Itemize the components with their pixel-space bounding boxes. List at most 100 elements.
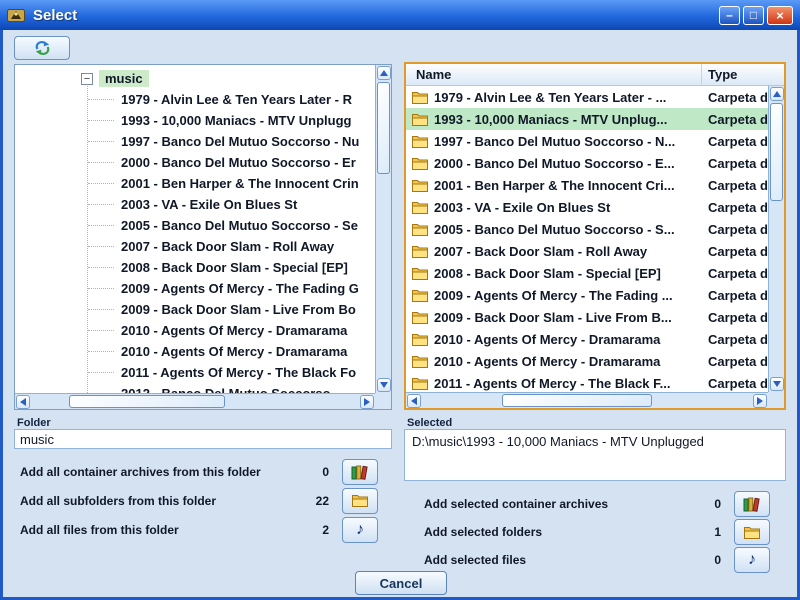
file-type: Carpeta de (708, 243, 768, 259)
tree-item[interactable]: 2001 - Ben Harper & The Innocent Crin (15, 173, 375, 194)
scroll-up-button[interactable] (377, 66, 391, 80)
file-name: 2009 - Agents Of Mercy - The Fading ... (434, 287, 673, 303)
list-row[interactable]: 2011 - Agents Of Mercy - The Black F... C… (406, 372, 768, 392)
file-type: Carpeta de (708, 89, 768, 105)
tree-items: − music 1979 - Alvin Lee & Ten Years Lat… (15, 65, 375, 393)
tree-root[interactable]: − music (15, 68, 375, 89)
tree-item[interactable]: 2007 - Back Door Slam - Roll Away (15, 236, 375, 257)
scrollbar-corner (768, 392, 784, 408)
note-icon: ♪ (748, 551, 756, 568)
tree-item[interactable]: 2008 - Back Door Slam - Special [EP] (15, 257, 375, 278)
list-vertical-scrollbar[interactable] (768, 86, 784, 392)
list-row[interactable]: 2009 - Back Door Slam - Live From B... Ca… (406, 306, 768, 328)
action-row: Add all files from this folder 2 ♪ (20, 515, 378, 544)
file-type: Carpeta de (708, 155, 768, 171)
folder-icon (406, 135, 434, 148)
add-selected-archives-button[interactable] (734, 491, 770, 517)
list-row[interactable]: 2009 - Agents Of Mercy - The Fading ... C… (406, 284, 768, 306)
tree-item[interactable]: 2012 - Banco Del Mutuo Soccorso (15, 383, 375, 393)
tree-item[interactable]: 2010 - Agents Of Mercy - Dramarama (15, 320, 375, 341)
list-row[interactable]: 2010 - Agents Of Mercy - Dramarama Carpet… (406, 350, 768, 372)
add-all-subfolders-button[interactable] (342, 487, 378, 514)
column-header-name[interactable]: Name (406, 64, 702, 85)
file-name: 1997 - Banco Del Mutuo Soccorso - N... (434, 133, 676, 149)
file-name: 1979 - Alvin Lee & Ten Years Later - ... (434, 89, 667, 105)
tree-item[interactable]: 2009 - Back Door Slam - Live From Bo (15, 299, 375, 320)
scroll-left-button[interactable] (16, 395, 30, 409)
folder-input[interactable] (14, 429, 392, 449)
add-all-files-button[interactable]: ♪ (342, 516, 378, 543)
tree-item[interactable]: 2009 - Agents Of Mercy - The Fading G (15, 278, 375, 299)
action-label: Add all files from this folder (20, 522, 179, 537)
selected-path-box[interactable]: D:\music\1993 - 10,000 Maniacs - MTV Unp… (404, 429, 786, 481)
scroll-up-button[interactable] (770, 87, 784, 101)
maximize-button[interactable]: □ (743, 5, 764, 25)
tree-item[interactable]: 1997 - Banco Del Mutuo Soccorso - Nu (15, 131, 375, 152)
scroll-down-button[interactable] (770, 377, 784, 391)
action-count: 1 (714, 525, 721, 539)
list-rows: 1979 - Alvin Lee & Ten Years Later - ...… (406, 86, 768, 392)
add-selected-files-button[interactable]: ♪ (734, 547, 770, 573)
refresh-button[interactable] (14, 36, 70, 60)
action-count: 0 (714, 497, 721, 511)
folder-icon (406, 201, 434, 214)
list-row[interactable]: 1997 - Banco Del Mutuo Soccorso - N... Ca… (406, 130, 768, 152)
arrow-right-icon (757, 397, 763, 405)
tree-item[interactable]: 1979 - Alvin Lee & Ten Years Later - R (15, 89, 375, 110)
list-row[interactable]: 1979 - Alvin Lee & Ten Years Later - ...… (406, 86, 768, 108)
tree-horizontal-scrollbar[interactable] (15, 393, 375, 409)
column-header-type[interactable]: Type (702, 64, 737, 85)
folder-icon (406, 267, 434, 280)
tree-item[interactable]: 2011 - Agents Of Mercy - The Black Fo (15, 362, 375, 383)
file-type: Carpeta de (708, 287, 768, 303)
cancel-button[interactable]: Cancel (355, 571, 447, 595)
folder-icon (406, 157, 434, 170)
action-label: Add selected folders (424, 525, 543, 539)
folder-icon (406, 311, 434, 324)
window-title: Select (33, 6, 78, 24)
file-type: Carpeta de (708, 199, 768, 215)
list-row[interactable]: 2010 - Agents Of Mercy - Dramarama Carpet… (406, 328, 768, 350)
maximize-icon: □ (749, 8, 758, 22)
list-row[interactable]: 2003 - VA - Exile On Blues St Carpeta de (406, 196, 768, 218)
add-selected-folders-button[interactable] (734, 519, 770, 545)
action-row: Add selected folders 1 (424, 518, 770, 546)
tree-item[interactable]: 1993 - 10,000 Maniacs - MTV Unplugg (15, 110, 375, 131)
list-row[interactable]: 2005 - Banco Del Mutuo Soccorso - S... Ca… (406, 218, 768, 240)
scroll-thumb[interactable] (502, 394, 652, 407)
tree-vertical-scrollbar[interactable] (375, 65, 391, 393)
scroll-thumb[interactable] (377, 82, 390, 174)
archive-icon (351, 464, 369, 480)
scroll-right-button[interactable] (360, 395, 374, 409)
list-row[interactable]: 1993 - 10,000 Maniacs - MTV Unplug... Car… (406, 108, 768, 130)
tree-item[interactable]: 2000 - Banco Del Mutuo Soccorso - Er (15, 152, 375, 173)
folder-actions: Add all container archives from this fol… (20, 457, 378, 544)
list-row[interactable]: 2000 - Banco Del Mutuo Soccorso - E... Ca… (406, 152, 768, 174)
action-label: Add all subfolders from this folder (20, 493, 217, 508)
action-label: Add selected files (424, 553, 527, 567)
list-row[interactable]: 2001 - Ben Harper & The Innocent Cri... C… (406, 174, 768, 196)
scroll-thumb[interactable] (770, 103, 783, 201)
list-horizontal-scrollbar[interactable] (406, 392, 768, 408)
scroll-right-button[interactable] (753, 394, 767, 408)
selected-field-label: Selected (407, 417, 453, 429)
arrow-left-icon (20, 398, 26, 406)
scroll-left-button[interactable] (407, 394, 421, 408)
add-all-archives-button[interactable] (342, 458, 378, 485)
scroll-thumb[interactable] (69, 395, 225, 408)
close-button[interactable]: × (767, 5, 793, 25)
file-type: Carpeta de (708, 331, 768, 347)
action-count: 0 (322, 464, 329, 479)
tree-item[interactable]: 2003 - VA - Exile On Blues St (15, 194, 375, 215)
list-row[interactable]: 2007 - Back Door Slam - Roll Away Carpeta… (406, 240, 768, 262)
file-name: 2003 - VA - Exile On Blues St (434, 199, 611, 215)
list-row[interactable]: 2008 - Back Door Slam - Special [EP] Carp… (406, 262, 768, 284)
folder-icon (406, 333, 434, 346)
file-type: Carpeta de (708, 265, 768, 281)
minimize-button[interactable]: – (719, 5, 740, 25)
tree-item[interactable]: 2010 - Agents Of Mercy - Dramarama (15, 341, 375, 362)
list-header: Name Type (406, 64, 784, 86)
tree-item[interactable]: 2005 - Banco Del Mutuo Soccorso - Se (15, 215, 375, 236)
collapse-icon[interactable]: − (81, 72, 93, 85)
scroll-down-button[interactable] (377, 378, 391, 392)
